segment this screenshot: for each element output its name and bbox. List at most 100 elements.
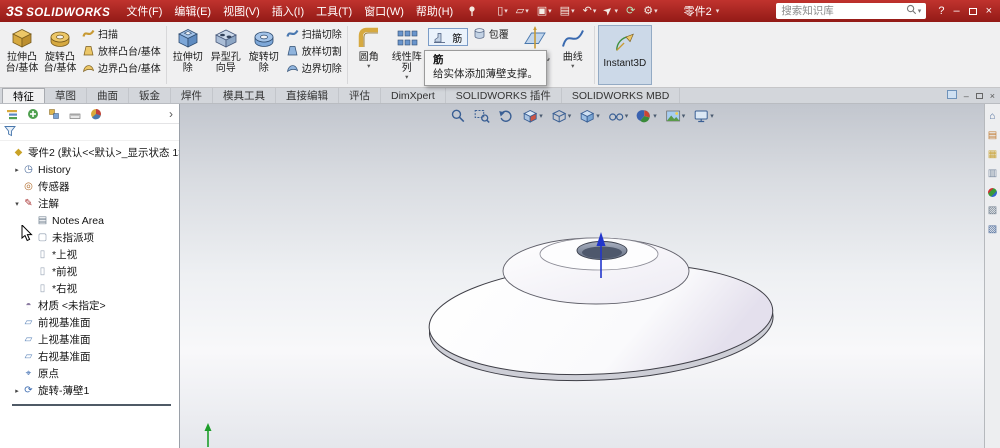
help-button[interactable]: ? (938, 5, 944, 17)
fillet-button[interactable]: 圆角 ▾ (350, 23, 388, 87)
document-close-icon[interactable]: × (990, 91, 995, 101)
tree-item-origin[interactable]: ⌖ 原点 (0, 365, 179, 382)
extruded-cut-button[interactable]: 拉伸切 除 (169, 23, 207, 87)
menu-edit[interactable]: 编辑(E) (168, 0, 217, 22)
minimize-button[interactable]: – (953, 5, 959, 17)
hide-show-items-button[interactable]: ▾ (607, 107, 630, 125)
tree-item-top-view[interactable]: ▯ *上视 (0, 246, 179, 263)
forum-icon[interactable]: ▧ (988, 225, 997, 235)
boundary-boss-base-button[interactable]: 边界凸台/基体 (79, 59, 164, 76)
menu-tools[interactable]: 工具(T) (310, 0, 358, 22)
tree-item-front-view[interactable]: ▯ *前视 (0, 263, 179, 280)
view-palette-icon[interactable]: ▥ (988, 169, 997, 179)
lofted-boss-base-button[interactable]: 放样凸台/基体 (79, 42, 164, 59)
rib-button[interactable]: 筋 (427, 28, 468, 46)
zoom-to-fit-button[interactable] (449, 107, 467, 125)
expander[interactable]: ▸ (12, 166, 22, 174)
swept-boss-button[interactable]: 扫描 (79, 25, 164, 42)
feature-manager-tab[interactable] (6, 108, 18, 120)
appearances-scenes-icon[interactable] (988, 188, 997, 197)
panel-expand-chevron[interactable]: › (169, 108, 173, 120)
menu-file[interactable]: 文件(F) (120, 0, 168, 22)
tab-dimxpert[interactable]: DimXpert (381, 88, 446, 103)
open-button[interactable]: ▱ ▾ (512, 5, 533, 17)
document-title[interactable]: 零件2 ▾ (684, 3, 720, 19)
model-3d[interactable] (180, 104, 984, 448)
revolved-cut-button[interactable]: 旋转切 除 (245, 23, 283, 87)
tab-solidworks-mbd[interactable]: SOLIDWORKS MBD (562, 88, 681, 103)
revolved-boss-base-button[interactable]: 旋转凸 台/基体 (41, 23, 79, 87)
tree-item-front-plane[interactable]: ▱ 前视基准面 (0, 314, 179, 331)
configuration-manager-tab[interactable] (48, 108, 60, 120)
tree-item-history[interactable]: ▸ ◷ History (0, 161, 179, 178)
menu-window[interactable]: 窗口(W) (358, 0, 410, 22)
tab-sketch[interactable]: 草图 (45, 88, 87, 103)
select-button[interactable]: ➤ ▾ (600, 3, 622, 18)
save-button[interactable]: ▣ ▾ (533, 5, 556, 17)
rollback-bar[interactable] (12, 404, 171, 406)
extruded-boss-base-button[interactable]: 拉伸凸 台/基体 (3, 23, 41, 87)
tree-item-right-plane[interactable]: ▱ 右视基准面 (0, 348, 179, 365)
filter-icon[interactable] (4, 125, 16, 140)
new-document-button[interactable]: ▯ ▾ (493, 5, 512, 17)
tab-solidworks-addins[interactable]: SOLIDWORKS 插件 (446, 88, 562, 103)
undo-button[interactable]: ↶ ▾ (579, 5, 601, 17)
zoom-to-area-button[interactable] (473, 107, 491, 125)
pin-icon[interactable] (467, 5, 477, 17)
edit-appearance-button[interactable]: ▾ (635, 107, 658, 125)
tree-item-material[interactable]: ◓ 材质 <未指定> (0, 297, 179, 314)
instant3d-toggle[interactable]: Instant3D (597, 25, 652, 85)
display-manager-tab[interactable] (90, 108, 102, 120)
file-explorer-icon[interactable]: ▦ (988, 150, 997, 160)
tree-item-revolve-thin1[interactable]: ▸ ⟳ 旋转-薄壁1 (0, 382, 179, 399)
tab-evaluate[interactable]: 评估 (339, 88, 381, 103)
linear-pattern-button[interactable]: 线性阵 列 ▾ (388, 23, 426, 87)
custom-properties-icon[interactable]: ▨ (988, 206, 997, 216)
tree-item-sensors[interactable]: ◎ 传感器 (0, 178, 179, 195)
resources-home-icon[interactable]: ⌂ (989, 112, 995, 122)
search-icon[interactable] (906, 4, 917, 18)
restore-button[interactable] (968, 7, 977, 15)
document-minimize-icon[interactable]: – (964, 91, 969, 101)
tab-features[interactable]: 特征 (2, 88, 45, 103)
tab-sheet-metal[interactable]: 钣金 (129, 88, 171, 103)
options-button[interactable]: ⚙ ▾ (639, 5, 661, 17)
tab-weldments[interactable]: 焊件 (171, 88, 213, 103)
previous-view-button[interactable] (497, 107, 515, 125)
graphics-area[interactable]: ▾ ▾ ▾ ▾ ▾ ▾ ▾ (180, 104, 984, 448)
menu-help[interactable]: 帮助(H) (410, 0, 459, 22)
menu-insert[interactable]: 插入(I) (266, 0, 310, 22)
swept-cut-button[interactable]: 扫描切除 (283, 25, 345, 42)
tab-direct-editing[interactable]: 直接编辑 (276, 88, 339, 103)
print-button[interactable]: ▤ ▾ (556, 5, 579, 17)
wrap-icon (473, 27, 486, 40)
curves-button[interactable]: 曲线 ▾ (554, 23, 592, 87)
rebuild-button[interactable]: ⟳ (622, 5, 639, 17)
display-style-button[interactable]: ▾ (578, 107, 601, 125)
wrap-button[interactable]: 包覆 (470, 25, 516, 42)
dimxpert-manager-tab[interactable] (69, 108, 81, 120)
menu-view[interactable]: 视图(V) (217, 0, 266, 22)
tree-item-top-plane[interactable]: ▱ 上视基准面 (0, 331, 179, 348)
viewport-layout-icon[interactable] (946, 90, 957, 101)
apply-scene-button[interactable]: ▾ (664, 107, 687, 125)
document-restore-icon[interactable] (975, 92, 983, 99)
tab-mold-tools[interactable]: 模具工具 (213, 88, 276, 103)
close-button[interactable]: × (986, 5, 992, 17)
hole-wizard-button[interactable]: 异型孔 向导 (207, 23, 245, 87)
view-orientation-button[interactable]: ▾ (550, 107, 573, 125)
property-manager-tab[interactable] (27, 108, 39, 120)
design-library-icon[interactable]: ▤ (988, 131, 997, 141)
search-input[interactable] (781, 5, 906, 17)
tab-surfaces[interactable]: 曲面 (87, 88, 129, 103)
expander[interactable]: ▾ (12, 200, 22, 208)
section-view-button[interactable]: ▾ (521, 107, 544, 125)
boundary-cut-button[interactable]: 边界切除 (283, 59, 345, 76)
tree-item-right-view[interactable]: ▯ *右视 (0, 280, 179, 297)
tree-item-part[interactable]: ◆ 零件2 (默认<<默认>_显示状态 1>) (0, 144, 179, 161)
expander[interactable]: ▸ (12, 387, 22, 395)
view-settings-button[interactable]: ▾ (692, 107, 715, 125)
chevron-down-icon: ▾ (539, 112, 543, 120)
lofted-cut-button[interactable]: 放样切割 (283, 42, 345, 59)
tree-item-annotations[interactable]: ▾ ✎ 注解 (0, 195, 179, 212)
